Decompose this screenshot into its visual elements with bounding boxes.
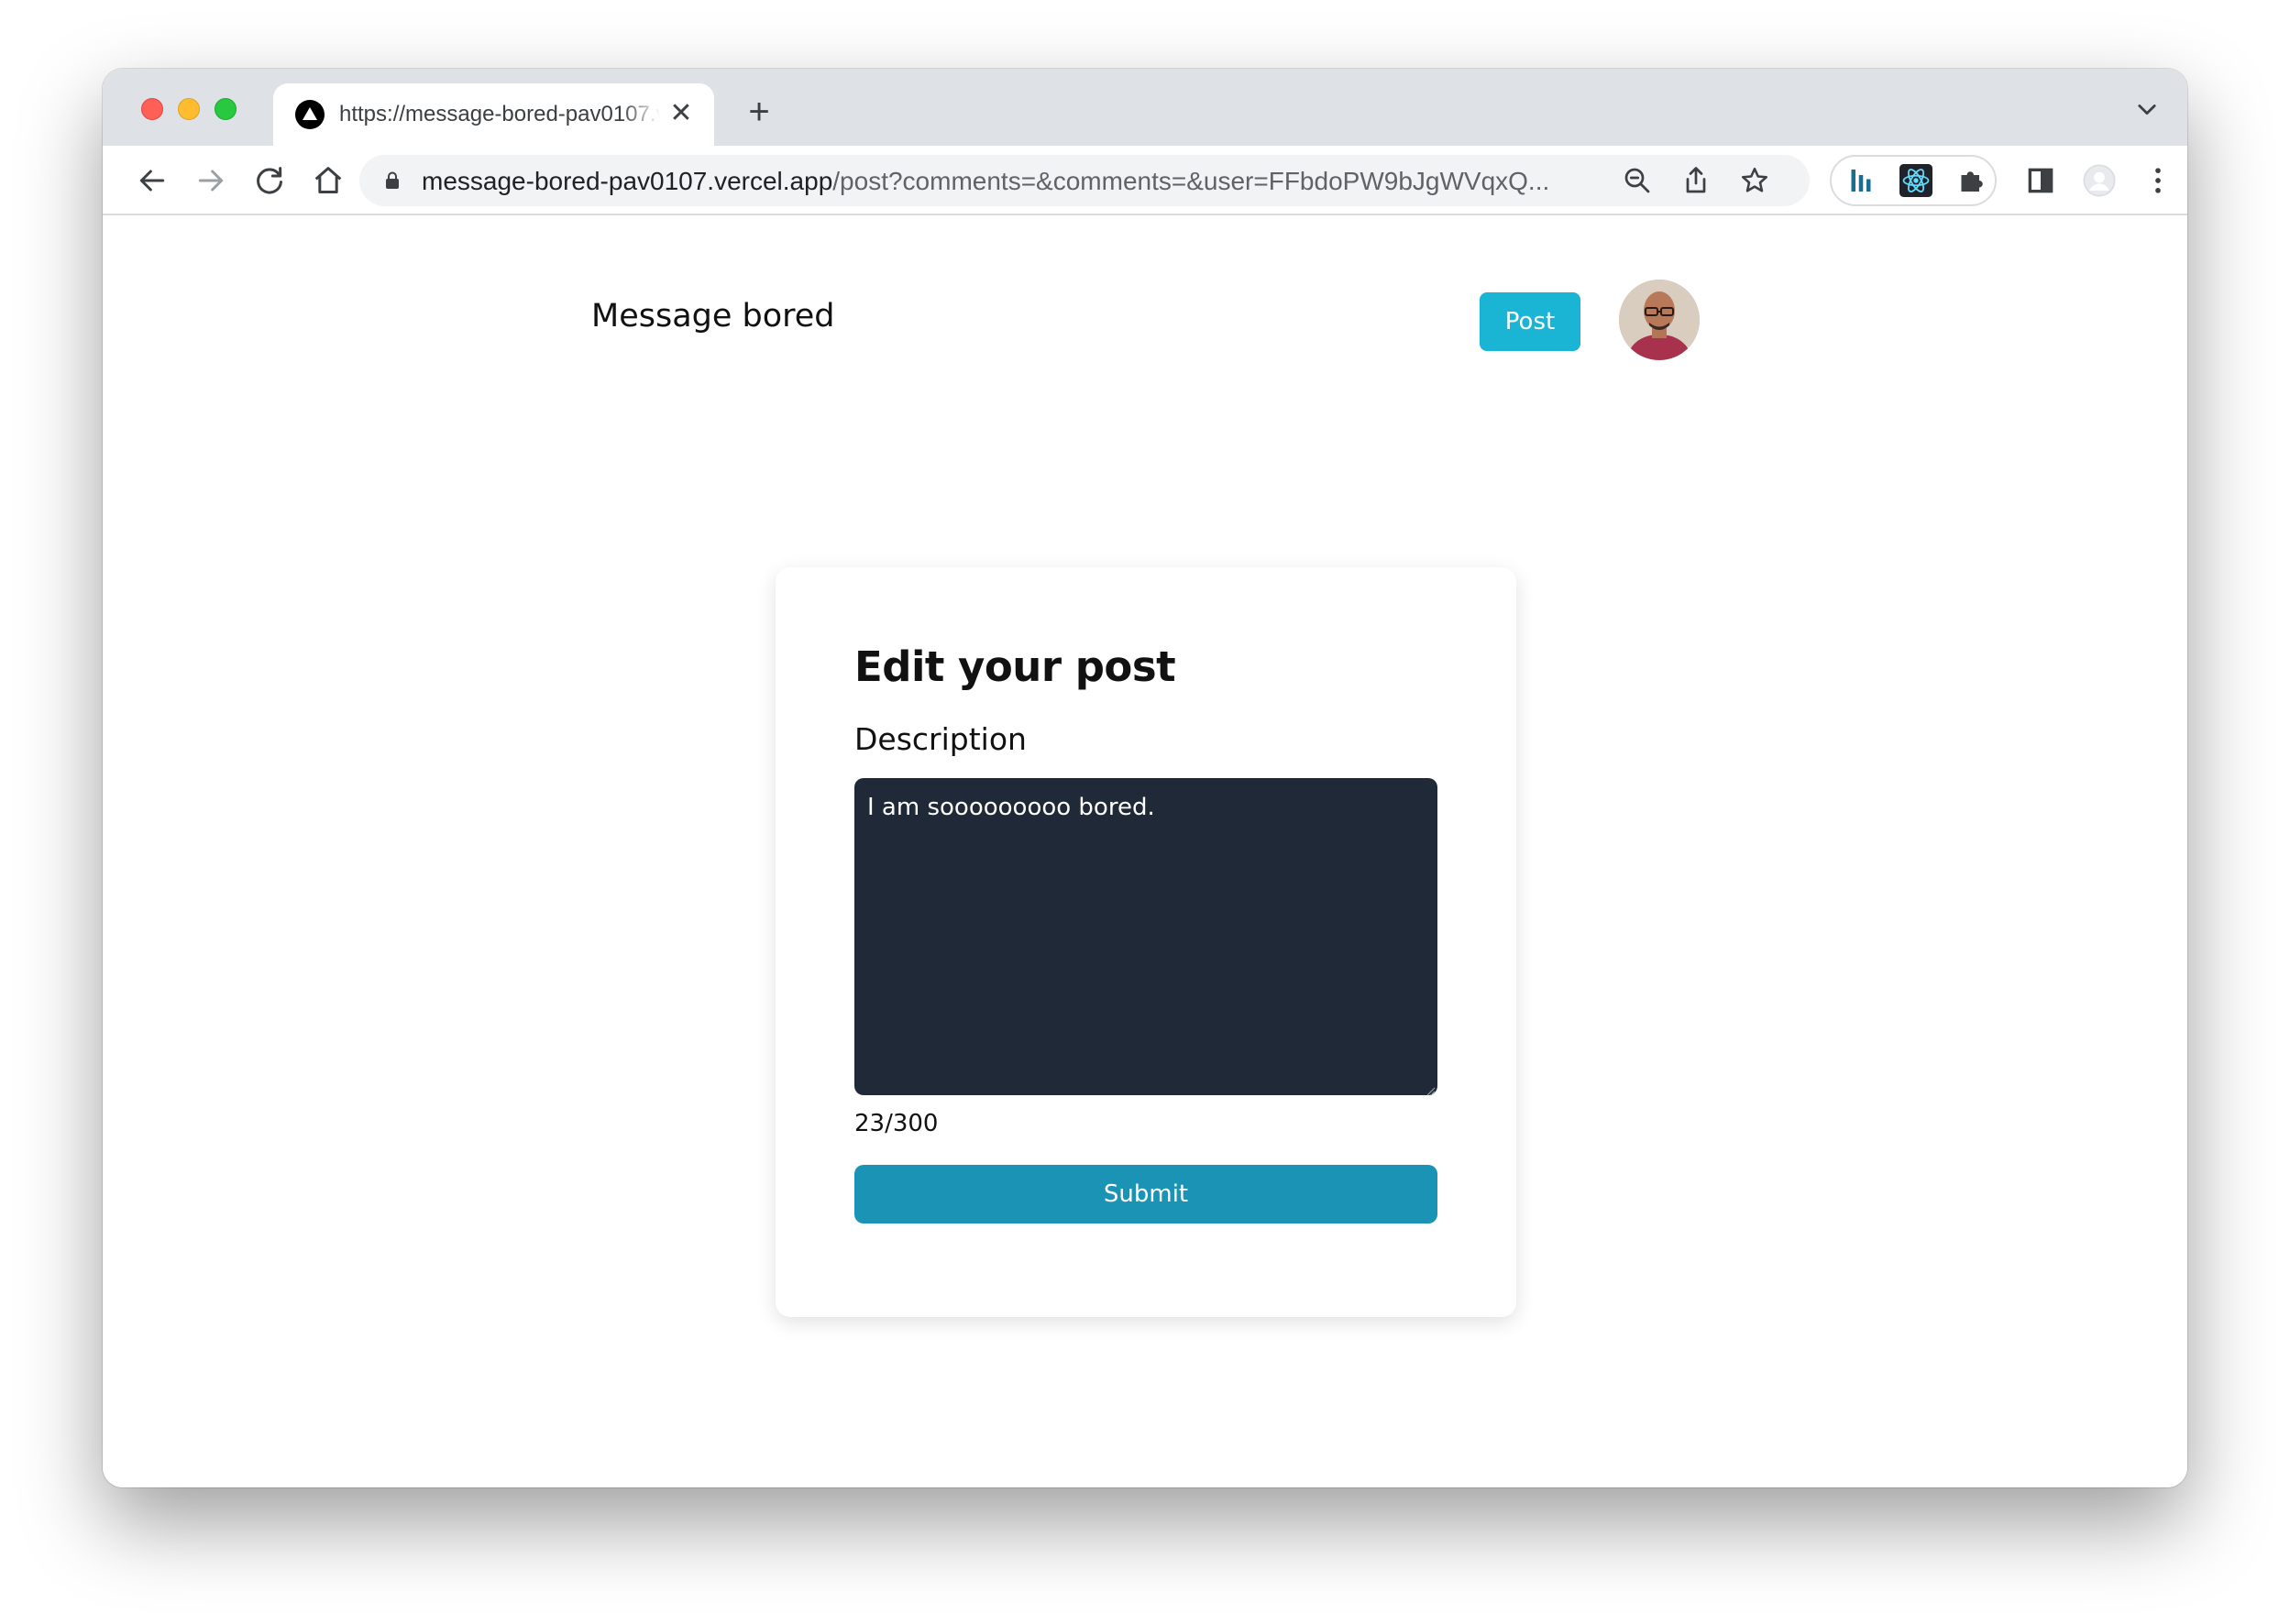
profile-icon[interactable] [2081, 162, 2118, 199]
back-icon[interactable] [134, 162, 171, 199]
description-textarea[interactable] [854, 778, 1437, 1095]
browser-toolbar: message-bored-pav0107.vercel.app/post?co… [103, 146, 2187, 215]
browser-tab[interactable]: https://message-bored-pav0107.vercel.app… [273, 83, 714, 146]
tab-title: https://message-bored-pav0107.vercel.app [339, 102, 660, 126]
edit-post-card: Edit your post Description 23/300 Submit [776, 567, 1516, 1317]
zoom-icon[interactable] [1621, 164, 1654, 197]
close-icon[interactable]: ✕ [666, 98, 697, 129]
tab-strip: https://message-bored-pav0107.vercel.app… [103, 69, 2187, 146]
character-counter: 23/300 [854, 1110, 939, 1137]
extensions-group [1830, 155, 1997, 206]
react-devtools-icon[interactable] [1899, 164, 1932, 197]
side-panel-icon[interactable] [2022, 162, 2059, 199]
puzzle-icon[interactable] [1954, 164, 1987, 197]
avatar[interactable] [1619, 280, 1700, 360]
browser-window: https://message-bored-pav0107.vercel.app… [103, 69, 2187, 1487]
page-content: Message bored Post Edit your post Descri… [103, 215, 2187, 1487]
home-icon[interactable] [310, 162, 347, 199]
resize-handle-icon[interactable] [1425, 1082, 1436, 1096]
share-icon[interactable] [1679, 164, 1712, 197]
more-icon[interactable] [2140, 162, 2176, 199]
extension-chart-icon[interactable] [1844, 164, 1877, 197]
minimize-window-button[interactable] [178, 98, 200, 120]
forward-icon[interactable] [193, 162, 229, 199]
site-brand[interactable]: Message bored [591, 298, 835, 335]
close-window-button[interactable] [141, 98, 163, 120]
page-title: Edit your post [854, 642, 1176, 691]
star-icon[interactable] [1738, 164, 1771, 197]
post-button[interactable]: Post [1480, 292, 1580, 351]
chevron-down-icon[interactable] [2134, 96, 2160, 122]
url-text: message-bored-pav0107.vercel.app/post?co… [422, 167, 1550, 195]
address-bar[interactable]: message-bored-pav0107.vercel.app/post?co… [359, 155, 1810, 206]
lock-icon[interactable] [381, 170, 403, 192]
maximize-window-button[interactable] [215, 98, 237, 120]
description-label: Description [854, 721, 1027, 757]
reload-icon[interactable] [251, 162, 288, 199]
submit-button[interactable]: Submit [854, 1165, 1437, 1223]
new-tab-button[interactable]: + [741, 93, 777, 131]
vercel-triangle-icon [295, 100, 325, 129]
